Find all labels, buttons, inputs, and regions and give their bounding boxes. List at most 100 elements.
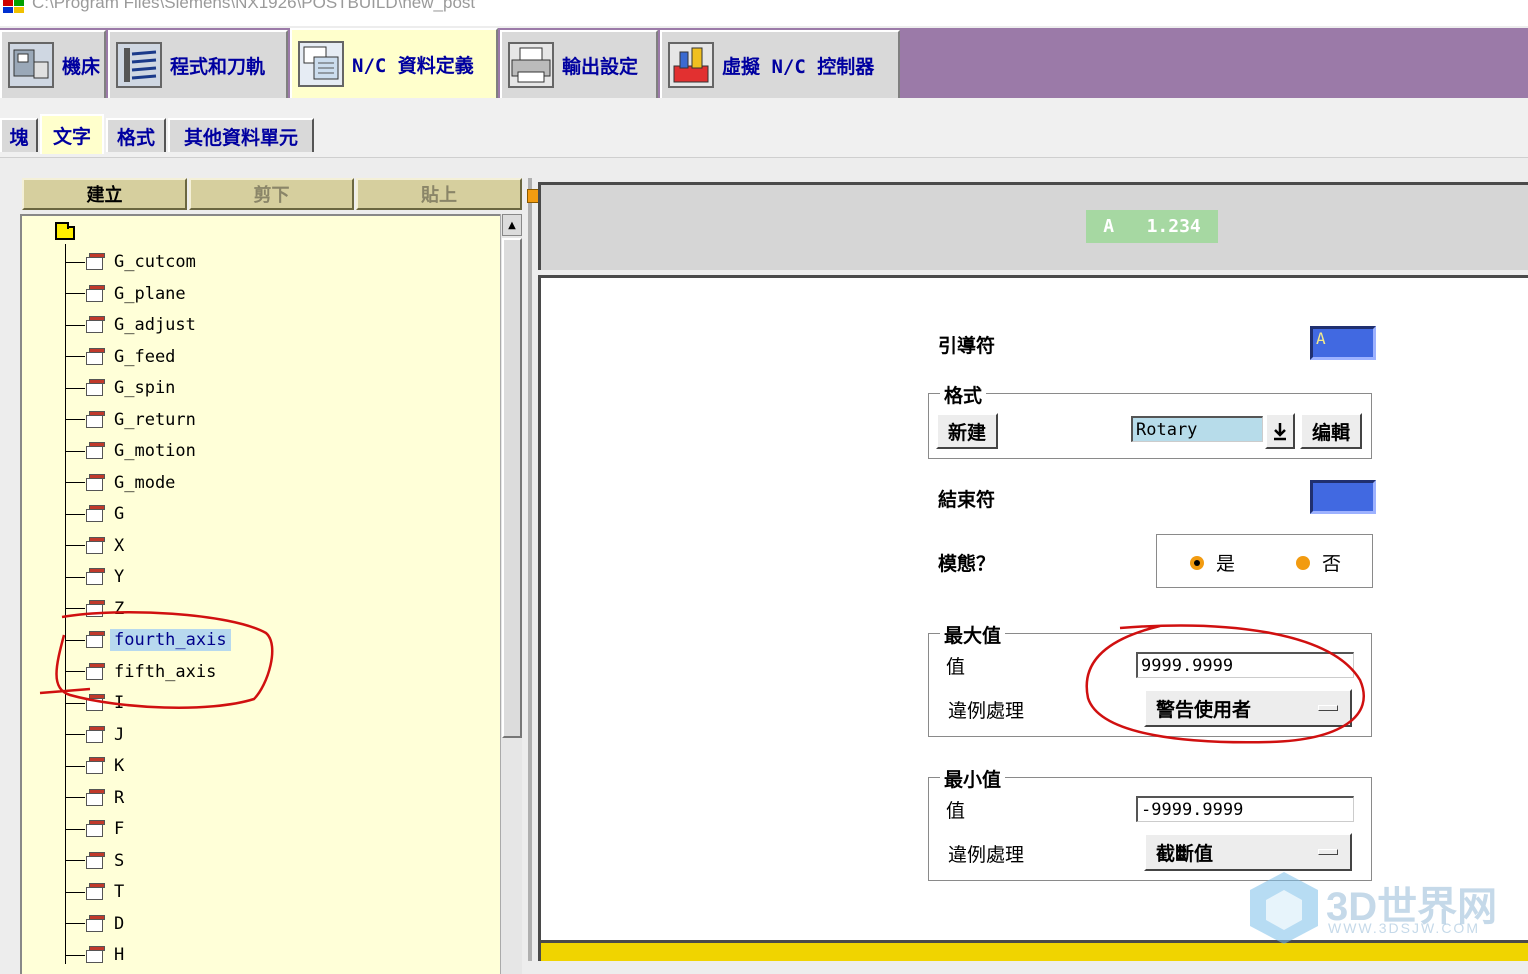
word-address-icon: [85, 757, 107, 775]
word-address-icon: [85, 284, 107, 303]
tree-item[interactable]: D: [65, 912, 128, 936]
tree-toolbar: 建立 剪下 貼上: [22, 178, 522, 210]
tab-machine-tool[interactable]: 機床: [0, 30, 106, 98]
machine-tool-icon: [8, 42, 54, 88]
word-address-icon: [85, 946, 107, 964]
scroll-up-arrow-icon[interactable]: ▲: [502, 214, 522, 236]
tree-branch-line: [65, 891, 85, 893]
tree-item[interactable]: X: [65, 534, 128, 558]
trailer-label: 結束符: [938, 489, 996, 511]
paste-button[interactable]: 貼上: [356, 178, 522, 210]
tree-item-label: G_return: [114, 409, 196, 430]
edit-format-button[interactable]: 编輯: [1300, 413, 1362, 449]
tree-branch-line: [65, 356, 85, 357]
tree-branch-line: [65, 293, 85, 294]
tree-item-label: G_motion: [114, 441, 196, 461]
subtab-block[interactable]: 塊: [0, 118, 38, 152]
tree-branch-line: [65, 923, 85, 924]
word-address-icon: [85, 536, 107, 555]
tree-item-label: J: [114, 724, 125, 745]
word-address-icon: [85, 914, 107, 933]
trailer-entry[interactable]: [1310, 480, 1376, 514]
tree-item[interactable]: S: [65, 849, 128, 873]
create-button[interactable]: 建立: [22, 178, 187, 210]
tree-item-label: X: [114, 535, 125, 556]
tree-item-label: S: [114, 850, 125, 871]
subtab-other-data-elements[interactable]: 其他資料單元: [168, 118, 314, 152]
word-address-icon: [85, 379, 107, 397]
word-address-icon: [85, 820, 107, 838]
leader-label: 引導符: [938, 335, 996, 357]
tree-item-label: T: [114, 882, 125, 902]
tree-item[interactable]: K: [65, 754, 128, 778]
option-menu-indicator-icon: [1318, 849, 1338, 855]
tree-item[interactable]: G_feed: [65, 345, 179, 369]
tree-item-label: Y: [114, 567, 125, 587]
tab-nc-data-definition[interactable]: N/C 資料定義: [290, 28, 498, 98]
tree-item-label: D: [114, 913, 125, 934]
tree-item[interactable]: Y: [65, 565, 128, 589]
tree-item[interactable]: T: [65, 880, 128, 904]
modal-no-radio[interactable]: 否: [1296, 549, 1341, 576]
tab-program-toolpath[interactable]: 程式和刀軌: [108, 30, 288, 98]
tree-item-label: G_plane: [114, 283, 186, 304]
annotation-circle-tree: [39, 611, 274, 709]
subtab-word[interactable]: 文字: [40, 114, 104, 154]
tree-item[interactable]: H: [65, 943, 128, 967]
word-preview-panel: [538, 182, 1528, 270]
tree-branch-line: [65, 513, 85, 515]
scrollbar-thumb[interactable]: [502, 238, 522, 738]
tree-item[interactable]: G_plane: [65, 282, 190, 306]
tree-item[interactable]: G_mode: [65, 471, 179, 495]
tree-item[interactable]: F: [65, 817, 128, 841]
min-value-label: 值: [946, 800, 966, 822]
word-address-icon: [85, 505, 107, 523]
word-address-icon: [85, 410, 107, 429]
tab-label: 程式和刀軌: [170, 55, 266, 78]
nc-data-definition-icon: [298, 41, 344, 87]
tree-item[interactable]: G: [65, 502, 128, 526]
tree-scrollbar[interactable]: ▲: [500, 214, 522, 974]
tree-item-label: K: [114, 756, 125, 776]
tab-virtual-nc-controller[interactable]: 虛擬 N/C 控制器: [660, 30, 900, 98]
modal-yes-label: 是: [1216, 553, 1236, 575]
tree-item-label: G_cutcom: [114, 252, 196, 272]
tree-item-label: G_feed: [114, 346, 176, 367]
tree-item[interactable]: J: [65, 723, 128, 747]
cut-button[interactable]: 剪下: [189, 178, 354, 210]
tree-branch-line: [65, 545, 85, 546]
min-violation-dropdown[interactable]: 截斷值: [1144, 833, 1352, 871]
format-group-label: 格式: [940, 381, 987, 408]
tree-item[interactable]: G_adjust: [65, 313, 200, 337]
tree-branch-line: [65, 387, 85, 389]
tree-item[interactable]: R: [65, 786, 128, 810]
annotation-circle-max: [1085, 624, 1366, 744]
tab-output-settings[interactable]: 輸出設定: [500, 30, 658, 98]
tree-item[interactable]: G_return: [65, 408, 200, 432]
max-value-label: 值: [946, 656, 966, 678]
format-dropdown-button[interactable]: [1265, 413, 1295, 449]
subtab-format[interactable]: 格式: [106, 118, 166, 152]
site-watermark: 3D世界网 WWW.3DSJW.COM: [1244, 868, 1514, 950]
tree-item[interactable]: G_cutcom: [65, 250, 200, 274]
modal-label: 模態？: [938, 553, 996, 575]
modal-yes-radio[interactable]: 是: [1190, 549, 1235, 576]
folder-icon[interactable]: [55, 222, 75, 240]
main-tab-bar: 機床 程式和刀軌 N/C 資料定義 輸出設定 虛擬 N/C 控制器: [0, 28, 1528, 98]
min-value-field[interactable]: -9999.9999: [1136, 796, 1354, 822]
tab-label: 虛擬 N/C 控制器: [722, 55, 875, 78]
leader-entry[interactable]: A: [1310, 326, 1376, 360]
max-violation-label: 違例處理: [948, 700, 1025, 722]
tree-branch-line: [65, 954, 85, 956]
format-name-field[interactable]: Rotary: [1131, 416, 1263, 442]
window-title: C:\Program Files\Siemens\NX1926\POSTBUIL…: [32, 0, 476, 12]
sub-tab-bar: 塊 文字 格式 其他資料單元: [0, 98, 1528, 158]
radio-unselected-icon: [1296, 555, 1310, 570]
radio-selected-icon: [1190, 555, 1204, 570]
new-format-button[interactable]: 新建: [936, 413, 998, 449]
pane-divider[interactable]: [528, 178, 532, 961]
tree-item-label: G_mode: [114, 472, 176, 493]
tree-item-label: R: [114, 787, 125, 808]
tree-item[interactable]: G_motion: [65, 439, 200, 463]
tree-item[interactable]: G_spin: [65, 376, 179, 400]
